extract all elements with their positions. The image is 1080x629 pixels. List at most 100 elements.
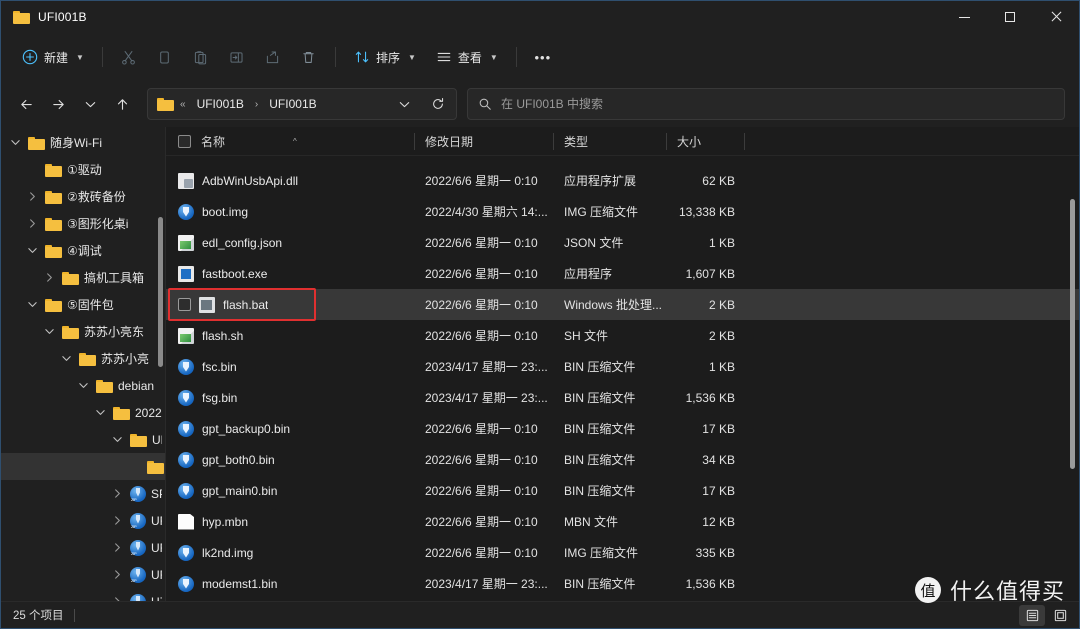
tree-item[interactable]: debian	[1, 372, 166, 399]
table-row[interactable]: edl_config.json 2022/6/6 星期一 0:10 JSON 文件 1…	[166, 227, 1079, 258]
search-box[interactable]	[467, 88, 1065, 120]
large-icons-view-button[interactable]	[1047, 605, 1073, 626]
chevron-down-icon[interactable]	[24, 243, 40, 259]
column-header-type[interactable]: 类型	[554, 127, 667, 156]
tree-item[interactable]: ⑤固件包	[1, 291, 166, 318]
chevron-right-icon[interactable]	[24, 216, 40, 232]
img-file-icon	[178, 544, 194, 561]
table-row[interactable]: lk2nd.img 2022/6/6 星期一 0:10 IMG 压缩文件 335 KB	[166, 537, 1079, 568]
tree-item-label: 苏苏小亮东	[84, 325, 145, 339]
up-button[interactable]	[107, 89, 137, 119]
file-list-scrollbar-thumb[interactable]	[1070, 199, 1075, 469]
cell-name: fsg.bin	[166, 389, 415, 406]
chevron-down-icon[interactable]	[7, 135, 23, 151]
tree-item[interactable]: UFI0	[1, 426, 166, 453]
tree-item[interactable]: 随身Wi-Fi	[1, 129, 166, 156]
ellipsis-icon: •••	[534, 49, 552, 65]
cell-date: 2023/4/17 星期一 23:...	[425, 360, 548, 374]
copy-button[interactable]	[148, 40, 182, 74]
address-bar[interactable]: « UFI001B › UFI001B	[147, 88, 457, 120]
search-input[interactable]	[501, 97, 1054, 111]
rename-button[interactable]	[220, 40, 254, 74]
table-row[interactable]: boot.img 2022/4/30 星期六 14:... IMG 压缩文件 13,3…	[166, 196, 1079, 227]
tree-item[interactable]: 苏苏小亮东	[1, 318, 166, 345]
column-header-size[interactable]: 大小	[667, 127, 745, 156]
table-row[interactable]: modemst1.bin 2023/4/17 星期一 23:... BIN 压缩文件…	[166, 568, 1079, 599]
cell-type: JSON 文件	[564, 236, 624, 250]
chevron-right-icon[interactable]	[109, 567, 125, 583]
zip-archive-icon	[130, 512, 146, 529]
paste-button[interactable]	[184, 40, 218, 74]
tree-item[interactable]: 苏苏小亮	[1, 345, 166, 372]
chevron-right-icon[interactable]	[109, 513, 125, 529]
tree-item[interactable]: 搞机工具箱	[1, 264, 166, 291]
tree-item[interactable]: UFI0	[1, 507, 166, 534]
table-row[interactable]: hyp.mbn 2022/6/6 星期一 0:10 MBN 文件 12 KB	[166, 506, 1079, 537]
chevron-down-icon[interactable]	[41, 324, 57, 340]
select-all-checkbox[interactable]	[178, 134, 191, 148]
table-row[interactable]: fastboot.exe 2022/6/6 星期一 0:10 应用程序 1,607 K…	[166, 258, 1079, 289]
recent-locations-button[interactable]	[75, 89, 105, 119]
back-arrow-icon	[20, 99, 32, 109]
sidebar-scrollbar-thumb[interactable]	[158, 217, 163, 367]
chevron-down-icon[interactable]	[109, 432, 125, 448]
tree-item[interactable]: ③图形化桌i	[1, 210, 166, 237]
cut-button[interactable]	[112, 40, 146, 74]
table-row[interactable]: flash.bat 2022/6/6 星期一 0:10 Windows 批处理...…	[166, 289, 1079, 320]
partial-row-top[interactable]	[166, 156, 1079, 165]
new-button[interactable]: 新建 ▼	[13, 40, 93, 74]
column-header-date[interactable]: 修改日期	[415, 127, 554, 156]
sort-button[interactable]: 排序 ▼	[345, 40, 425, 74]
table-row[interactable]: gpt_backup0.bin 2022/6/6 星期一 0:10 BIN 压缩文件…	[166, 413, 1079, 444]
tree-item[interactable]: ④调试	[1, 237, 166, 264]
tree-item[interactable]: UFI0	[1, 534, 166, 561]
details-view-icon	[1026, 609, 1038, 621]
delete-button[interactable]	[292, 40, 326, 74]
tree-item[interactable]: 2022	[1, 399, 166, 426]
folder-icon	[157, 97, 174, 111]
share-button[interactable]	[256, 40, 290, 74]
chevron-down-icon[interactable]	[58, 351, 74, 367]
row-checkbox[interactable]	[178, 298, 191, 311]
chevron-down-icon[interactable]	[24, 297, 40, 313]
chevron-right-icon[interactable]	[41, 270, 57, 286]
table-row[interactable]: fsg.bin 2023/4/17 星期一 23:... BIN 压缩文件 1,536…	[166, 382, 1079, 413]
details-view-button[interactable]	[1019, 604, 1045, 626]
tree-item[interactable]: ②救砖备份	[1, 183, 166, 210]
table-row[interactable]: fsc.bin 2023/4/17 星期一 23:... BIN 压缩文件 1 KB	[166, 351, 1079, 382]
more-options-button[interactable]: •••	[526, 40, 560, 74]
tree-item[interactable]: UFI0	[1, 561, 166, 588]
table-row[interactable]: AdbWinUsbApi.dll 2022/6/6 星期一 0:10 应用程序扩展 6…	[166, 165, 1079, 196]
back-button[interactable]	[11, 89, 41, 119]
refresh-icon	[433, 97, 444, 109]
tree-item[interactable]: ①驱动	[1, 156, 166, 183]
chevron-right-icon[interactable]	[24, 189, 40, 205]
maximize-button[interactable]	[987, 1, 1033, 33]
folder-icon	[13, 10, 30, 24]
forward-button[interactable]	[43, 89, 73, 119]
refresh-button[interactable]	[424, 91, 452, 117]
table-row[interactable]: gpt_main0.bin 2022/6/6 星期一 0:10 BIN 压缩文件 17…	[166, 475, 1079, 506]
cell-type: BIN 压缩文件	[564, 484, 636, 498]
breadcrumb-item-1[interactable]: UFI001B	[264, 94, 321, 114]
tree-item[interactable]: SP9	[1, 480, 166, 507]
table-row[interactable]: flash.sh 2022/6/6 星期一 0:10 SH 文件 2 KB	[166, 320, 1079, 351]
chevron-right-icon[interactable]	[109, 540, 125, 556]
chevron-right-icon[interactable]	[109, 594, 125, 601]
breadcrumb-item-0[interactable]: UFI001B	[192, 94, 249, 114]
chevron-down-icon[interactable]	[92, 405, 108, 421]
minimize-button[interactable]	[941, 1, 987, 33]
chevron-down-icon[interactable]	[75, 378, 91, 394]
address-dropdown-button[interactable]	[390, 91, 418, 117]
cell-type: BIN 压缩文件	[564, 422, 636, 436]
view-button[interactable]: 查看 ▼	[427, 40, 507, 74]
close-button[interactable]	[1033, 1, 1079, 33]
column-header-name[interactable]: 名称 ^	[166, 127, 415, 156]
table-row[interactable]: gpt_both0.bin 2022/6/6 星期一 0:10 BIN 压缩文件 34…	[166, 444, 1079, 475]
cell-name: gpt_main0.bin	[166, 482, 415, 499]
tree-item[interactable]: UF	[1, 453, 166, 480]
tree-item[interactable]: UZ8	[1, 588, 166, 601]
column-divider[interactable]	[744, 132, 745, 150]
breadcrumb-overflow[interactable]: «	[180, 99, 186, 110]
chevron-right-icon[interactable]	[109, 486, 125, 502]
